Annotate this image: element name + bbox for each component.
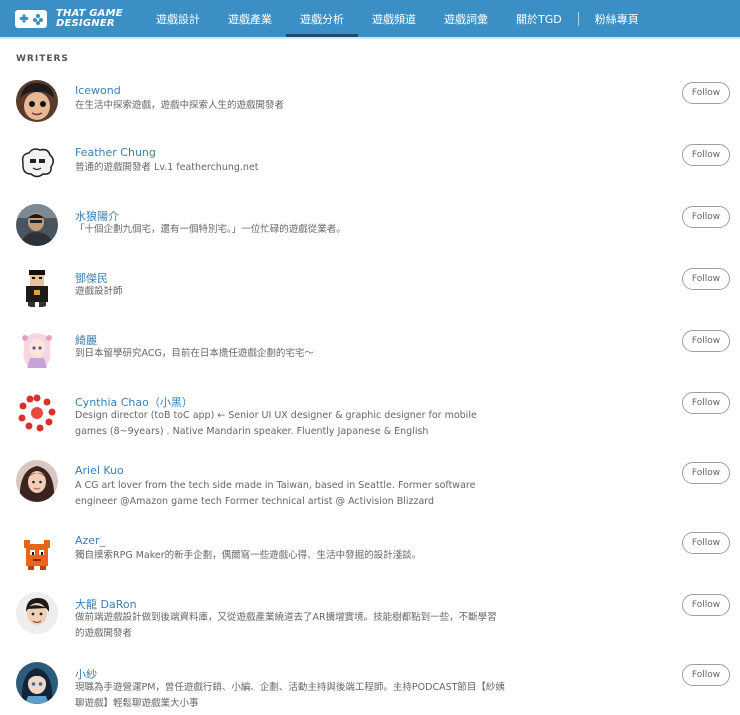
writer-bio: 在生活中探索遊戲，遊戲中探索人生的遊戲開發者 bbox=[75, 100, 285, 111]
writer-bio: 做前端遊戲設計做到後端資料庫，又從遊戲產業繞道去了AR擴增實境。技能樹都點到一些… bbox=[75, 612, 497, 639]
site-logo[interactable]: THAT GAME DESIGNER bbox=[14, 7, 142, 31]
avatar[interactable] bbox=[16, 80, 58, 122]
follow-button[interactable]: Follow bbox=[682, 330, 730, 352]
logo-line-1: THAT GAME bbox=[56, 7, 123, 19]
header-underline bbox=[0, 37, 740, 39]
writer-bio: 遊戲設計師 bbox=[75, 286, 123, 297]
follow-button[interactable]: Follow bbox=[682, 268, 730, 290]
writer-bio: 普通的遊戲開發者 Lv.1 featherchung.net bbox=[75, 162, 259, 173]
avatar[interactable] bbox=[16, 328, 58, 370]
logo-line-2: DESIGNER bbox=[56, 17, 115, 29]
follow-button[interactable]: Follow bbox=[682, 82, 730, 104]
avatar[interactable] bbox=[16, 592, 58, 634]
avatar[interactable] bbox=[16, 266, 58, 308]
follow-button[interactable]: Follow bbox=[682, 664, 730, 686]
section-title: WRITERS bbox=[16, 54, 69, 64]
writer-bio: 到日本留學研究ACG，目前在日本擔任遊戲企劃的宅宅～ bbox=[75, 348, 314, 359]
avatar[interactable] bbox=[16, 392, 58, 434]
gamepad-logo-icon bbox=[14, 7, 48, 31]
writer-bio: 現職為手遊營運PM，曾任遊戲行銷、小編、企劃、活動主持與後端工程師。主持PODC… bbox=[75, 682, 505, 709]
writer-bio: 獨自摸索RPG Maker的新手企劃，偶爾寫一些遊戲心得、生活中發掘的設計淺談。 bbox=[75, 550, 422, 561]
avatar[interactable] bbox=[16, 142, 58, 184]
main-nav: 遊戲設計 遊戲產業 遊戲分析 遊戲頻道 遊戲詞彙 關於TGD 粉絲專頁 bbox=[142, 0, 653, 37]
logo-wordmark: THAT GAME DESIGNER bbox=[56, 7, 123, 29]
follow-button[interactable]: Follow bbox=[682, 144, 730, 166]
writer-bio: Design director (toB toC app) ← Senior U… bbox=[75, 410, 477, 437]
follow-button[interactable]: Follow bbox=[682, 594, 730, 616]
nav-game-industry[interactable]: 遊戲產業 bbox=[214, 0, 286, 37]
writer-bio: A CG art lover from the tech side made i… bbox=[75, 480, 476, 507]
follow-button[interactable]: Follow bbox=[682, 532, 730, 554]
writer-name[interactable]: Feather Chung bbox=[75, 146, 156, 159]
writer-name[interactable]: Azer_ bbox=[75, 534, 105, 547]
follow-button[interactable]: Follow bbox=[682, 462, 730, 484]
follow-button[interactable]: Follow bbox=[682, 392, 730, 414]
nav-divider bbox=[577, 11, 579, 26]
avatar[interactable] bbox=[16, 460, 58, 502]
avatar[interactable] bbox=[16, 204, 58, 246]
writer-name[interactable]: Icewond bbox=[75, 84, 121, 97]
nav-game-glossary[interactable]: 遊戲詞彙 bbox=[430, 0, 502, 37]
writer-bio: 「十個企劃九個宅，還有一個特別宅。」一位忙碌的遊戲從業者。 bbox=[75, 224, 346, 235]
avatar[interactable] bbox=[16, 662, 58, 704]
top-navigation-bar: THAT GAME DESIGNER 遊戲設計 遊戲產業 遊戲分析 遊戲頻道 遊… bbox=[0, 0, 740, 37]
nav-about-tgd[interactable]: 關於TGD bbox=[502, 0, 576, 37]
writer-name[interactable]: Ariel Kuo bbox=[75, 464, 124, 477]
nav-game-channel[interactable]: 遊戲頻道 bbox=[358, 0, 430, 37]
nav-fan-page[interactable]: 粉絲專頁 bbox=[581, 0, 653, 37]
follow-button[interactable]: Follow bbox=[682, 206, 730, 228]
nav-game-design[interactable]: 遊戲設計 bbox=[142, 0, 214, 37]
avatar[interactable] bbox=[16, 532, 58, 574]
nav-game-analysis[interactable]: 遊戲分析 bbox=[286, 0, 358, 37]
